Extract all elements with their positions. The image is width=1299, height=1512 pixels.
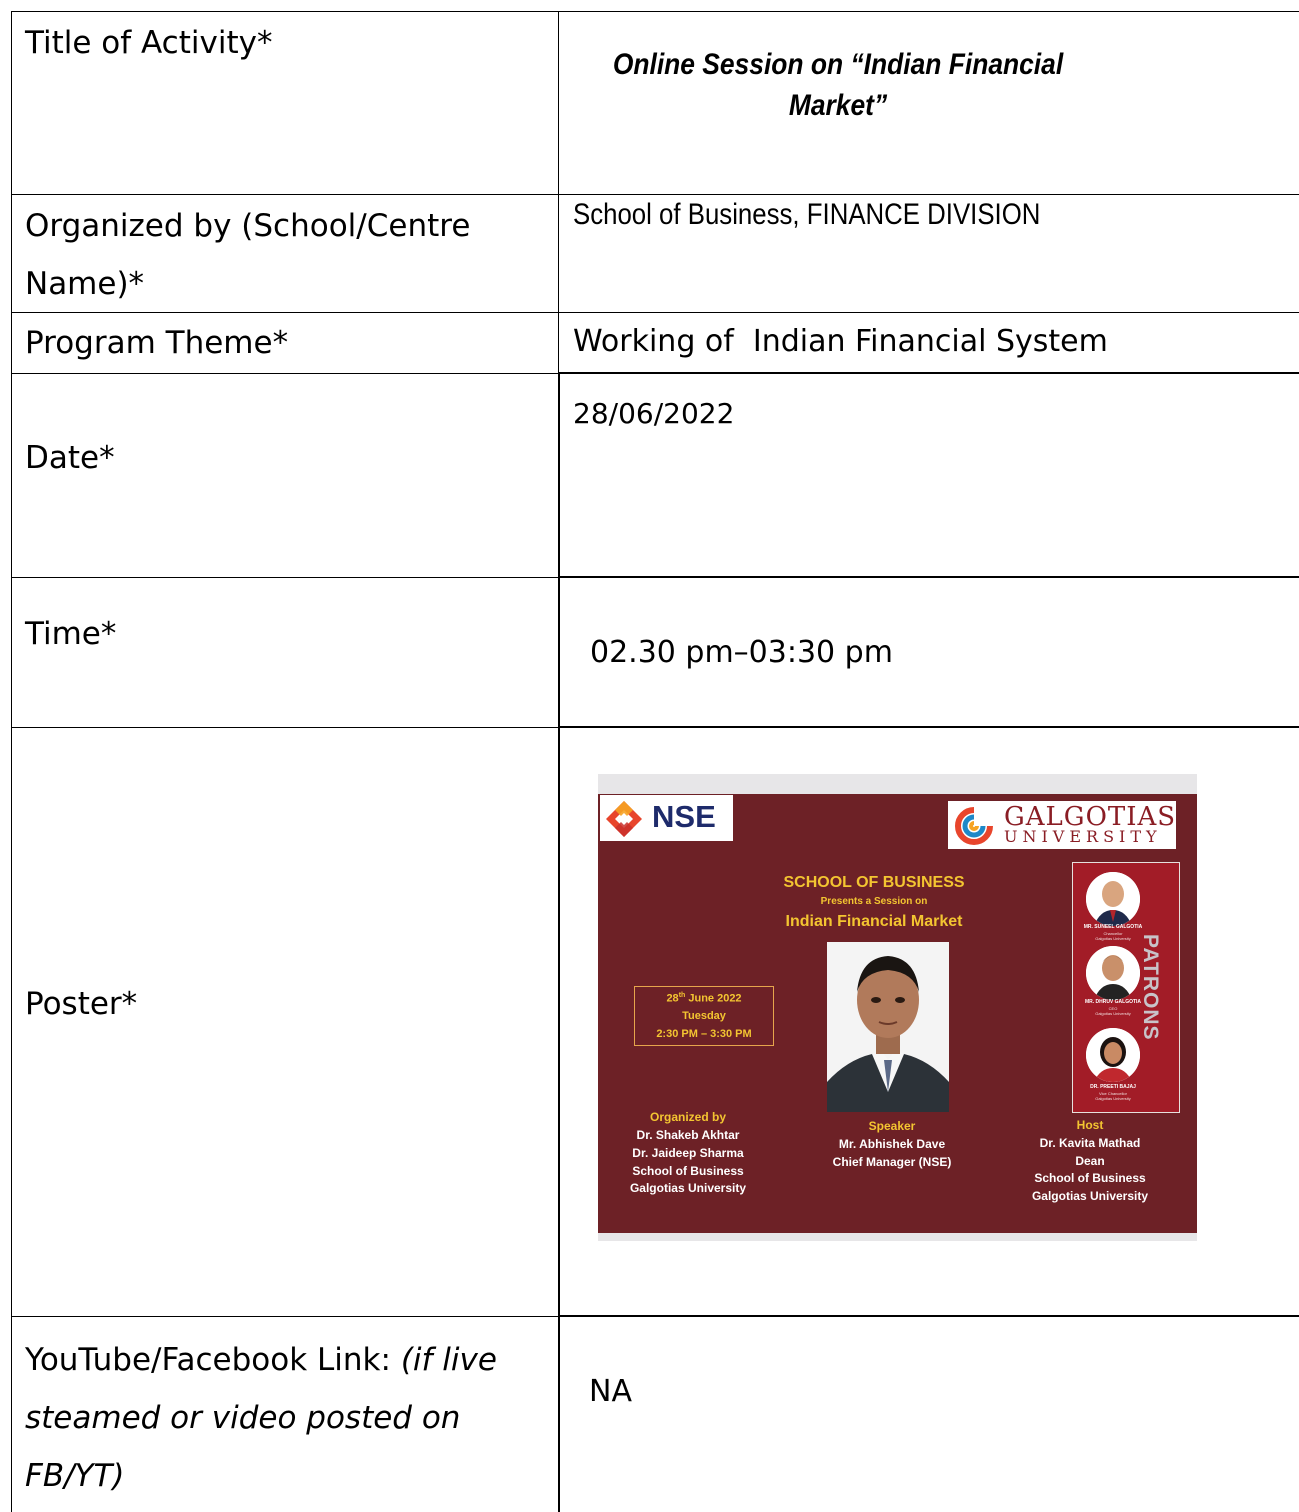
title-value-line: Market” bbox=[788, 89, 888, 122]
theme-label: Program Theme* bbox=[25, 325, 289, 361]
poster-session-title: Indian Financial Market bbox=[785, 913, 963, 930]
date-value: 28/06/2022 bbox=[573, 397, 735, 430]
poster-time: 2:30 PM – 3:30 PM bbox=[656, 1028, 752, 1040]
row-divider bbox=[11, 194, 1299, 195]
row-divider bbox=[11, 373, 559, 374]
speaker-line: Mr. Abhishek Dave bbox=[838, 1137, 946, 1151]
row-divider bbox=[11, 577, 559, 578]
patron-name: MR. DHRUV GALGOTIA bbox=[1084, 999, 1142, 1005]
speaker-heading: Speaker bbox=[868, 1119, 916, 1133]
university-logo: GALGOTIAS UNIVERSITY bbox=[948, 801, 1176, 849]
title-label: Title of Activity* bbox=[25, 25, 273, 61]
patrons-label: PATRONS bbox=[1139, 934, 1162, 1041]
nse-logo: NSE bbox=[600, 795, 733, 841]
event-poster: NSE GALGOTIAS UNIVERSITY SCHOOL OF BUSIN… bbox=[598, 774, 1197, 1241]
poster-date: 28th June 2022 bbox=[635, 992, 773, 1005]
host-line: School of Business bbox=[1034, 1171, 1146, 1185]
row-divider bbox=[11, 11, 1299, 12]
organizer-line: Galgotias University bbox=[629, 1181, 747, 1195]
patron-name: DR. PREETI BAJAJ bbox=[1090, 1084, 1136, 1090]
column-divider bbox=[558, 11, 559, 373]
poster-date-day: 28 bbox=[666, 992, 679, 1005]
patron-org: Galgotias University bbox=[1095, 1011, 1131, 1016]
patron-org: Galgotias University bbox=[1095, 936, 1131, 941]
time-label: Time* bbox=[25, 616, 117, 652]
row-divider bbox=[558, 1315, 1299, 1317]
link-label: YouTube/Facebook Link: (if live steamed … bbox=[25, 1331, 497, 1505]
poster-date-rest: June 2022 bbox=[685, 992, 742, 1005]
poster-label: Poster* bbox=[25, 986, 138, 1022]
organizer-line: School of Business bbox=[632, 1164, 744, 1178]
link-label-note: (if live bbox=[400, 1342, 497, 1378]
university-emblem-icon bbox=[955, 807, 993, 845]
patron-portrait-icon bbox=[1086, 1028, 1140, 1082]
nse-logo-text: NSE bbox=[652, 799, 716, 834]
row-divider bbox=[558, 576, 1299, 578]
link-value: NA bbox=[589, 1374, 632, 1409]
organized-label-line: Organized by (School/Centre bbox=[25, 208, 471, 244]
theme-value: Working of Indian Financial System bbox=[573, 324, 1108, 359]
row-divider bbox=[11, 1316, 559, 1317]
organized-label-line: Name)* bbox=[25, 266, 145, 302]
link-label-line: YouTube/Facebook Link: (if live bbox=[25, 1331, 497, 1389]
organized-label: Organized by (School/Centre Name)* bbox=[25, 197, 470, 313]
university-logo-sub: UNIVERSITY bbox=[1004, 827, 1162, 846]
patron-photo bbox=[1086, 1028, 1140, 1082]
column-divider bbox=[558, 373, 560, 1512]
poster-school: SCHOOL OF BUSINESS bbox=[783, 874, 965, 891]
title-value: Online Session on “Indian Financial Mark… bbox=[592, 44, 1085, 126]
speaker-line: Chief Manager (NSE) bbox=[832, 1155, 952, 1169]
host-line: Dr. Kavita Mathad bbox=[1039, 1136, 1141, 1150]
poster-weekday: Tuesday bbox=[682, 1010, 726, 1022]
organizer-line: Dr. Shakeb Akhtar bbox=[636, 1128, 740, 1142]
link-label-line: steamed or video posted on bbox=[25, 1400, 461, 1436]
title-value-line: Online Session on “Indian Financial bbox=[612, 48, 1064, 81]
patron-photo bbox=[1086, 872, 1140, 926]
speaker-photo bbox=[827, 942, 949, 1112]
poster-presents: Presents a Session on bbox=[820, 896, 928, 907]
poster-date-box: 28th June 2022 Tuesday 2:30 PM – 3:30 PM bbox=[634, 986, 774, 1046]
row-divider bbox=[558, 372, 1299, 374]
patron-portrait-icon bbox=[1086, 946, 1140, 1000]
organized-value: School of Business, FINANCE DIVISION bbox=[573, 198, 1041, 231]
host-heading: Host bbox=[1076, 1118, 1104, 1132]
link-label-line: FB/YT) bbox=[25, 1458, 125, 1494]
poster-top-band bbox=[598, 774, 1197, 794]
organizer-line: Dr. Jaideep Sharma bbox=[632, 1146, 744, 1160]
host-line: Galgotias University bbox=[1031, 1189, 1149, 1203]
patron-name: MR. SUNEEL GALGOTIA bbox=[1083, 924, 1143, 930]
patron-org: Galgotias University bbox=[1095, 1096, 1131, 1101]
column-divider bbox=[11, 11, 12, 1512]
row-divider bbox=[558, 726, 1299, 728]
row-divider bbox=[11, 727, 559, 728]
organizers-heading: Organized by bbox=[649, 1110, 726, 1124]
host-line: Dean bbox=[1075, 1154, 1105, 1168]
date-label: Date* bbox=[25, 440, 115, 476]
speaker-portrait-icon bbox=[827, 942, 949, 1112]
time-value: 02.30 pm–03:30 pm bbox=[590, 635, 893, 670]
nse-emblem-icon bbox=[606, 801, 642, 837]
patron-photo bbox=[1086, 946, 1140, 1000]
poster-bottom-band bbox=[598, 1233, 1197, 1241]
patron-portrait-icon bbox=[1086, 872, 1140, 926]
link-label-plain: YouTube/Facebook Link: bbox=[25, 1342, 401, 1378]
